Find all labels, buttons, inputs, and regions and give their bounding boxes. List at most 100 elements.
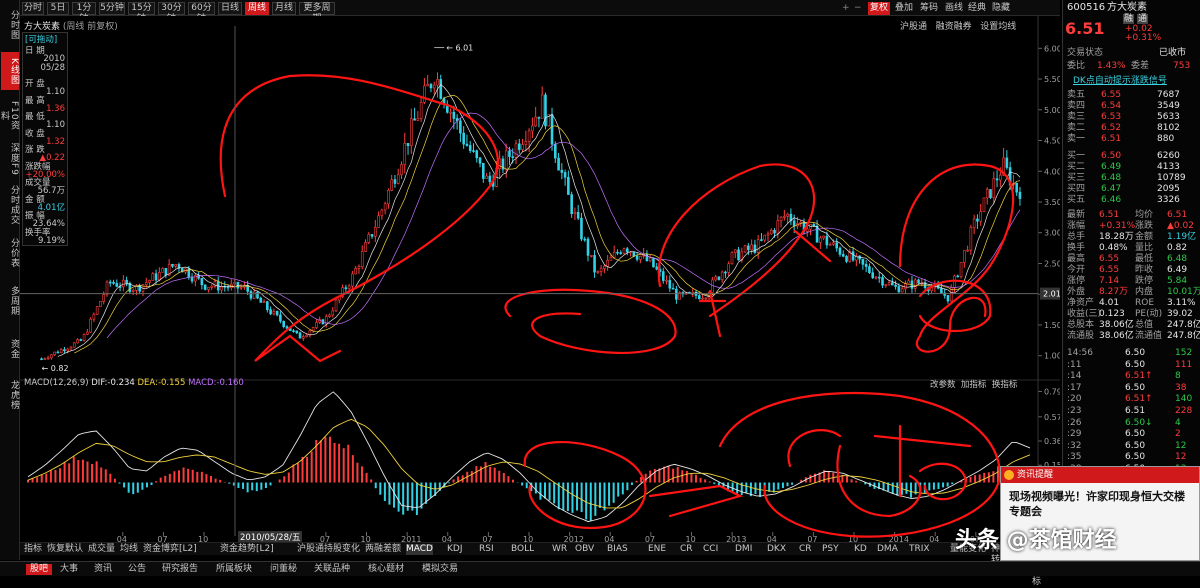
indicator-tab[interactable]: 沪股通持股变化 [297,544,360,555]
ask-price: 6.51 [1101,134,1122,144]
indicator-tab[interactable]: OBV [575,544,594,555]
bottom-tab[interactable]: 资讯 [94,564,112,575]
left-tab[interactable]: K线图 [1,52,19,90]
bottom-tab[interactable]: 公告 [128,564,146,575]
indicator-tab[interactable]: 均线 [120,544,138,555]
period-button[interactable]: 日线 [218,2,242,15]
candle-body [550,114,554,145]
left-tab[interactable]: 龙虎榜 [1,375,19,415]
candle-body [570,194,573,215]
candle-body [711,279,714,293]
bottom-tab[interactable]: 关联品种 [314,564,350,575]
toolbar-5[interactable]: 隐藏 [992,2,1010,15]
candle-body [403,142,407,165]
macd-tick: 0.57 [1044,413,1060,422]
bottom-tab[interactable]: 所属板块 [216,564,252,575]
link-margin[interactable]: 融资融券 [936,22,972,32]
candle-body [59,349,63,354]
signal-link[interactable]: DK点自动提示涨跌信号 [1073,76,1167,86]
indicator-tab-bar: 指标 恢复默认 成交量 均线 资金博弈[L2] 资金趋势[L2] 沪股通持股变化 两融差额 MA… [20,542,1041,587]
left-tab[interactable]: 分价表 [1,232,19,274]
stock-subtitle: (周线 前复权) [62,22,118,32]
toolbar-2[interactable]: 筹码 [920,2,938,15]
indicator-tab[interactable]: KD [854,544,867,555]
minus-icon[interactable]: − [854,2,862,15]
candle-body [573,211,577,215]
indicator-tab[interactable]: BOLL [511,544,534,555]
period-button[interactable]: 5分钟 [99,2,125,15]
price-tick: 3.50 [1044,198,1060,207]
indicator-tab[interactable]: TRIX [909,544,930,555]
candle-body [112,281,115,284]
toolbar-3[interactable]: 画线 [945,2,963,15]
indicator-tab[interactable]: MACD [406,544,433,555]
macd-switch-indicator[interactable]: 换指标 [992,380,1018,390]
bottom-tab[interactable]: 模拟交易 [422,564,458,575]
kline-chart-area[interactable]: 6.005.505.004.504.003.503.002.502.001.50… [20,16,1060,542]
bottom-tab[interactable]: 股吧 [26,564,53,575]
indicator-tab[interactable]: 资金趋势[L2] [220,544,274,555]
bottom-tab[interactable]: 核心题材 [368,564,404,575]
left-tab[interactable]: 多周期 [1,280,19,322]
indicator-tab[interactable]: BIAS [607,544,628,555]
toolbar-4[interactable]: 经典 [968,2,986,15]
dea-value: DEA:-0.155 [137,378,186,388]
badge-rong: 融 [1123,14,1135,24]
indicator-tab[interactable]: CR [680,544,693,555]
period-button[interactable]: 30分钟 [158,2,185,24]
bottom-tab[interactable]: 大事 [60,564,78,575]
toolbar-0[interactable]: 复权 [868,2,891,15]
period-button[interactable]: 1分钟 [72,2,96,24]
indicator-tab[interactable]: DMI [735,544,752,555]
indicator-tab[interactable]: PSY [822,544,839,555]
kline-info-box[interactable]: [可拖动] 日 期 2010 05/28 开 盘 1.10 最 高 1.36 最 低 1.10 收 … [22,32,68,246]
bottom-tab[interactable]: 问董秘 [270,564,297,575]
stat-label: 总手 [1067,232,1086,242]
left-tab[interactable]: 深度F9 [1,140,19,178]
period-button[interactable]: 5日 [47,2,69,15]
macd-change-params[interactable]: 改参数 [930,380,956,390]
candle-body [158,272,161,281]
candle-body [298,332,302,339]
indicator-tab[interactable]: RSI [479,544,494,555]
indicator-tab[interactable]: 成交量 [88,544,115,555]
indicator-tab[interactable]: ENE [648,544,666,555]
bottom-tab[interactable]: 研究报告 [162,564,198,575]
indicator-tab[interactable]: 恢复默认 [47,544,83,555]
left-tab[interactable]: 资金 [1,330,19,368]
period-button[interactable]: 更多周期 [299,2,335,24]
candle-body [625,248,629,253]
candle-body [200,278,204,286]
left-tab[interactable]: F10资料 [0,98,19,134]
popup-headline[interactable]: 现场视频曝光！许家印现身恒大交楼专题会 [1009,489,1189,519]
indicator-tab[interactable]: KDJ [447,544,463,555]
indicator-tab[interactable]: CR [799,544,812,555]
left-tab[interactable]: 分时成交 [1,184,19,226]
price-tick: 6.00 [1044,44,1060,53]
indicator-tab[interactable]: 两融差额 [365,544,401,555]
bid-price: 6.48 [1101,173,1122,183]
indicator-tab[interactable]: 指标 [24,544,42,555]
indicator-tab[interactable]: DMA [877,544,898,555]
indicator-tab[interactable]: 资金博弈[L2] [143,544,197,555]
indicator-tab[interactable]: WR [552,544,567,555]
link-hsgt[interactable]: 沪股通 [900,22,927,32]
link-ma-settings[interactable]: 设置均线 [980,22,1016,32]
tick-time: :14 [1067,371,1082,382]
macd-add-indicator[interactable]: 加指标 [961,380,987,390]
info-box-title[interactable]: [可拖动] [25,35,57,45]
plus-icon[interactable]: + [842,2,850,15]
candle-body [305,334,308,337]
toolbar-1[interactable]: 叠加 [895,2,913,15]
left-tab[interactable]: 分时图 [1,6,19,44]
period-button[interactable]: 分时 [22,2,44,15]
period-button[interactable]: 60分钟 [188,2,215,24]
indicator-tab[interactable]: CCI [703,544,718,555]
indicator-tab[interactable]: DKX [767,544,786,555]
period-button[interactable]: 15分钟 [128,2,155,24]
time-tick: 07 [482,535,492,542]
period-button[interactable]: 周线 [245,2,269,15]
candle-body [606,259,609,267]
period-button[interactable]: 月线 [272,2,296,15]
candle-body [468,145,472,151]
